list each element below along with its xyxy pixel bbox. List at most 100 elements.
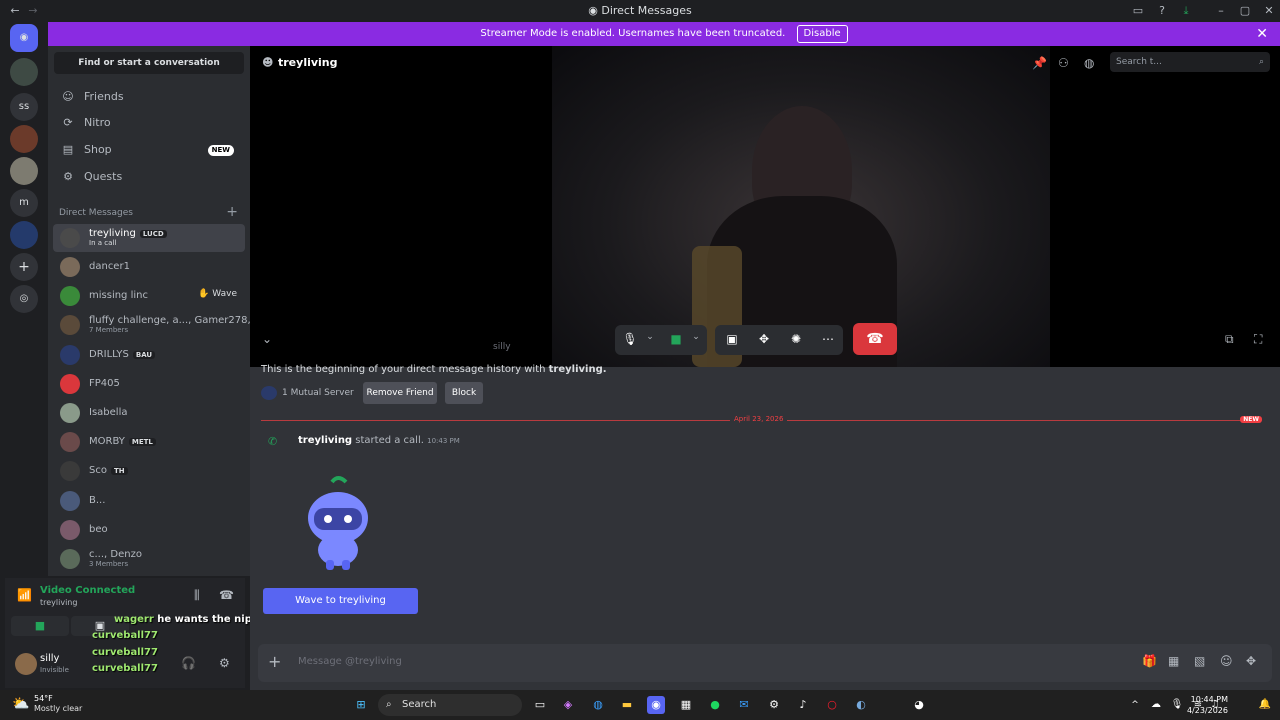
dm-item[interactable]: MORBY METL xyxy=(53,428,245,456)
chevron-down-icon[interactable]: ⌄ xyxy=(641,332,659,342)
pop-out-icon[interactable]: ⧉ xyxy=(1225,332,1234,347)
end-call-button[interactable]: ☎ xyxy=(853,323,897,355)
chevron-up-icon[interactable]: ^ xyxy=(1126,696,1144,714)
disable-button[interactable]: Disable xyxy=(796,25,848,43)
server-avatar[interactable] xyxy=(10,221,38,249)
close-window-icon[interactable]: ✕ xyxy=(1262,4,1276,18)
mutual-servers[interactable]: 1 Mutual Server xyxy=(282,388,354,398)
edge-icon[interactable]: ◍ xyxy=(589,696,607,714)
copilot-icon[interactable]: ◈ xyxy=(559,696,577,714)
message-composer[interactable]: + Message @treyliving 🎁 ▦ ▧ ☺ ✥ xyxy=(258,644,1272,682)
camera-icon[interactable]: ■ xyxy=(667,332,685,346)
minimize-icon[interactable]: – xyxy=(1214,4,1228,18)
chevron-down-icon[interactable]: ⌄ xyxy=(687,332,705,342)
user-status: Invisible xyxy=(40,666,69,674)
dm-name: beo xyxy=(89,524,108,535)
nav-quests[interactable]: ⚙ Quests xyxy=(58,166,244,188)
wave-button[interactable]: ✋ Wave xyxy=(198,289,237,299)
discord-taskbar-icon[interactable]: ◉ xyxy=(647,696,665,714)
task-view-icon[interactable]: ▭ xyxy=(531,696,549,714)
activities-icon[interactable]: ✥ xyxy=(755,332,773,346)
dm-item[interactable]: dancer1 xyxy=(53,253,245,281)
server-avatar[interactable] xyxy=(10,125,38,153)
mail-icon[interactable]: ✉ xyxy=(735,696,753,714)
discover-icon[interactable]: ◎ xyxy=(10,285,38,313)
taskbar-search[interactable]: ⌕ Search xyxy=(378,694,522,716)
spotify-icon[interactable]: ● xyxy=(706,696,724,714)
steam-icon[interactable]: ◕ xyxy=(910,696,928,714)
dm-item[interactable]: treyliving LUCD In a call xyxy=(53,224,245,252)
gif-icon[interactable]: ▦ xyxy=(1168,654,1179,668)
gift-icon[interactable]: 🎁 xyxy=(1142,654,1157,668)
find-conversation-button[interactable]: Find or start a conversation xyxy=(54,52,244,74)
disconnect-icon[interactable]: ☎ xyxy=(219,588,234,602)
remove-friend-button[interactable]: Remove Friend xyxy=(363,382,437,404)
fullscreen-icon[interactable]: ⛶ xyxy=(1254,332,1262,347)
weather-temp[interactable]: 54°F xyxy=(34,694,53,703)
apps-icon[interactable]: ✥ xyxy=(1246,654,1256,668)
dm-item[interactable]: fluffy challenge, a..., Gamer278,... 7 M… xyxy=(53,311,260,339)
user-avatar[interactable] xyxy=(15,653,37,675)
dm-item[interactable]: Sco TH xyxy=(53,457,245,485)
nav-friends[interactable]: ☺ Friends xyxy=(58,86,244,108)
screenshare-icon[interactable]: ▣ xyxy=(723,332,741,346)
dm-item[interactable]: beo xyxy=(53,516,245,544)
file-explorer-icon[interactable]: ▬ xyxy=(618,696,636,714)
emoji-icon[interactable]: ☺ xyxy=(1220,654,1233,668)
chevron-down-icon[interactable]: ⌄ xyxy=(262,332,272,346)
dm-item[interactable]: FP405 xyxy=(53,370,245,398)
server-avatar[interactable] xyxy=(10,157,38,185)
app-icon[interactable]: ◐ xyxy=(852,696,870,714)
help-icon[interactable]: ? xyxy=(1155,4,1169,18)
microphone-icon[interactable]: 🎙 xyxy=(621,332,639,346)
server-ss[interactable]: ss xyxy=(10,93,38,121)
block-button[interactable]: Block xyxy=(445,382,483,404)
profile-icon[interactable]: ◍ xyxy=(1084,56,1094,70)
wave-hand-icon: ✋ xyxy=(198,289,213,299)
inbox-icon[interactable]: ▭ xyxy=(1131,4,1145,18)
message-input[interactable]: Message @treyliving xyxy=(298,656,402,667)
more-options-icon[interactable]: ⋯ xyxy=(819,332,837,346)
video-feed[interactable] xyxy=(552,46,1050,367)
notifications-icon[interactable]: 🔔 xyxy=(1256,696,1274,714)
discord-home-icon[interactable]: ◉ xyxy=(10,24,38,52)
opera-icon[interactable]: ○ xyxy=(823,696,841,714)
weather-desc[interactable]: Mostly clear xyxy=(34,704,82,713)
onedrive-icon[interactable]: ☁ xyxy=(1147,696,1165,714)
nav-label: Friends xyxy=(84,90,124,103)
dm-item[interactable]: missing linc ✋ Wave xyxy=(53,282,245,310)
headphones-icon[interactable]: 🎧 xyxy=(181,656,196,670)
nav-nitro[interactable]: ⟳ Nitro xyxy=(58,112,244,134)
search-input[interactable]: Search t... ⌕ xyxy=(1110,52,1270,72)
create-dm-icon[interactable]: + xyxy=(226,204,238,220)
windows-start-icon[interactable]: ⊞ xyxy=(352,696,370,714)
tiktok-icon[interactable]: ♪ xyxy=(794,696,812,714)
dm-item[interactable]: DRILLYS BAU xyxy=(53,341,245,369)
server-avatar[interactable] xyxy=(10,58,38,86)
maximize-icon[interactable]: ▢ xyxy=(1238,4,1252,18)
settings-icon[interactable]: ⚙ xyxy=(765,696,783,714)
camera-button[interactable]: ■ xyxy=(11,616,69,636)
add-server-icon[interactable]: + xyxy=(10,253,38,281)
sticker-icon[interactable]: ▧ xyxy=(1194,654,1205,668)
close-banner-icon[interactable]: ✕ xyxy=(1256,22,1268,46)
taskbar-clock[interactable]: 10:44 PM 4/23/2026 xyxy=(1187,694,1228,716)
dm-item[interactable]: Isabella xyxy=(53,399,245,427)
store-icon[interactable]: ▦ xyxy=(677,696,695,714)
dm-item[interactable]: B... xyxy=(53,487,245,515)
download-icon[interactable]: ⤓ xyxy=(1179,4,1193,18)
add-friends-icon[interactable]: ⚇ xyxy=(1058,56,1069,70)
settings-gear-icon[interactable]: ⚙ xyxy=(219,656,230,670)
voice-channel[interactable]: treyliving xyxy=(40,598,77,607)
attach-plus-icon[interactable]: + xyxy=(268,652,281,671)
dm-item[interactable]: c..., Denzo 3 Members xyxy=(53,545,245,573)
soundboard-icon[interactable]: ✺ xyxy=(787,332,805,346)
pin-icon[interactable]: 📌 xyxy=(1032,56,1047,70)
nav-shop[interactable]: ▤ Shop NEW xyxy=(58,139,244,161)
avatar xyxy=(60,520,80,540)
noise-suppression-icon[interactable]: ⫼ xyxy=(194,588,200,603)
server-m[interactable]: m xyxy=(10,189,38,217)
microphone-tray-icon[interactable]: 🎙 xyxy=(1168,696,1186,714)
shop-icon: ▤ xyxy=(62,143,74,156)
wave-to-user-button[interactable]: Wave to treyliving xyxy=(263,588,418,614)
